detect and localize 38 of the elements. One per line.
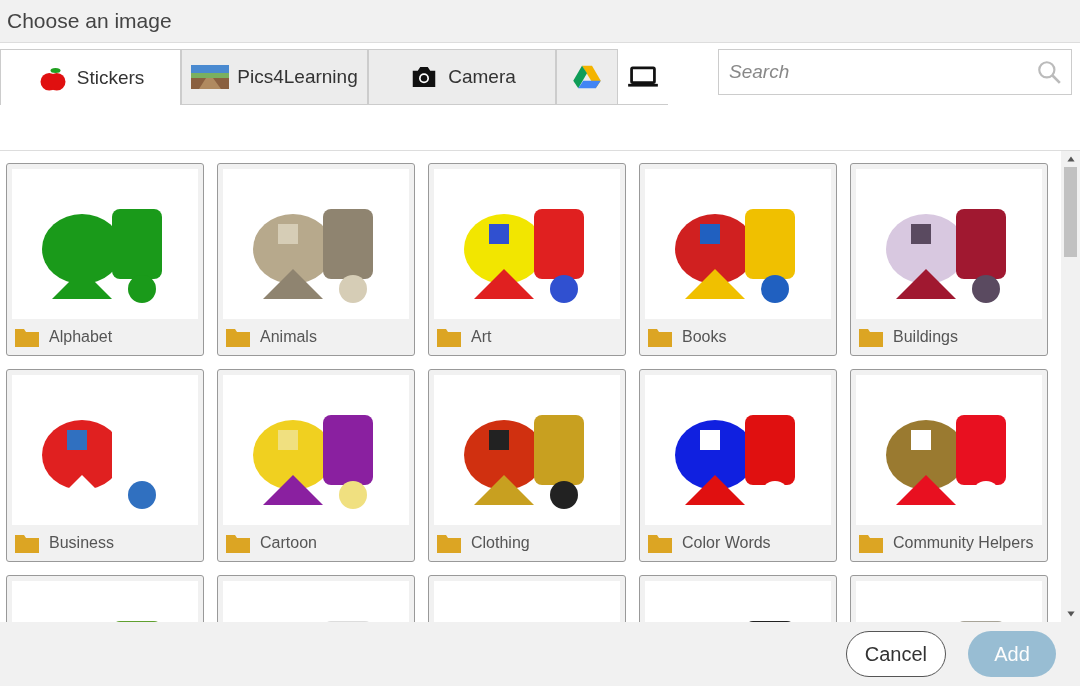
folder-card[interactable]: Books: [639, 163, 837, 356]
folder-name: Color Words: [682, 534, 771, 552]
tab[interactable]: Stickers: [0, 49, 181, 105]
folder-name: Animals: [260, 328, 317, 346]
folder-icon: [226, 533, 250, 553]
scroll-thumb[interactable]: [1064, 167, 1077, 257]
folder-name: Books: [682, 328, 727, 346]
folder-icon: [859, 327, 883, 347]
folder-name: Clothing: [471, 534, 530, 552]
folder-name: Alphabet: [49, 328, 113, 346]
cancel-button[interactable]: Cancel: [845, 631, 946, 677]
folder-card[interactable]: Art: [428, 163, 626, 356]
folder-name: Buildings: [893, 328, 958, 346]
folder-name: Art: [471, 328, 492, 346]
folder-name: Community Helpers: [893, 534, 1034, 552]
folder-icon: [648, 533, 672, 553]
folder-card[interactable]: Community Helpers: [850, 369, 1048, 562]
search-icon: [1036, 59, 1062, 85]
folder-card[interactable]: Color Words: [639, 369, 837, 562]
folder-icon: [437, 533, 461, 553]
folder-card[interactable]: Cartoon: [217, 369, 415, 562]
search-field[interactable]: Search: [718, 49, 1072, 95]
folder-card[interactable]: Clothing: [428, 369, 626, 562]
folder-card[interactable]: Business: [6, 369, 204, 562]
folder-name: Business: [49, 534, 114, 552]
folder-icon: [648, 327, 672, 347]
folder-card[interactable]: Buildings: [850, 163, 1048, 356]
folder-icon: [859, 533, 883, 553]
dialog-title: Choose an image: [7, 9, 172, 33]
folder-card[interactable]: Animals: [217, 163, 415, 356]
tab[interactable]: Pics4Learning: [181, 49, 368, 104]
tab[interactable]: Camera: [368, 49, 556, 104]
folder-name: Cartoon: [260, 534, 317, 552]
folder-icon: [226, 327, 250, 347]
folder-icon: [15, 327, 39, 347]
folder-icon: [15, 533, 39, 553]
folder-icon: [437, 327, 461, 347]
folder-card[interactable]: Alphabet: [6, 163, 204, 356]
